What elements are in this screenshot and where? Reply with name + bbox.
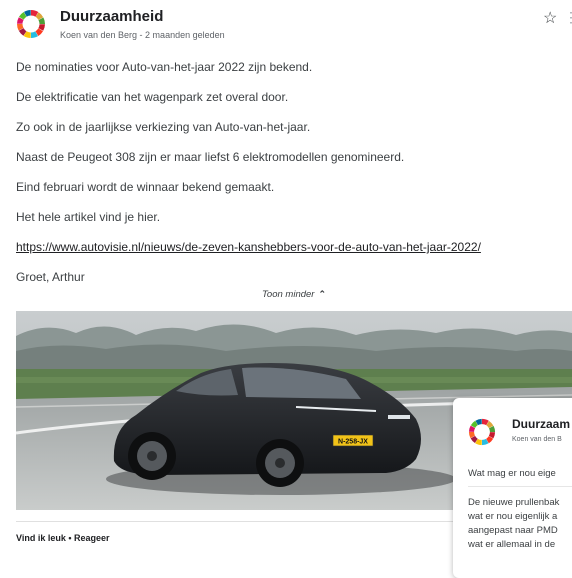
post-paragraph: Eind februari wordt de winnaar bekend ge… bbox=[16, 180, 275, 194]
show-less-button[interactable]: Toon minder ⌃ bbox=[262, 289, 326, 300]
post-meta: Koen van den Berg - 2 maanden geleden bbox=[60, 30, 225, 40]
card-preview: De nieuwe prullenbak wat er nou eigenlij… bbox=[468, 496, 559, 552]
sdg-color-wheel-icon bbox=[17, 9, 45, 38]
card-line: wat er allemaal in de bbox=[468, 539, 556, 550]
post-paragraph: De nominaties voor Auto-van-het-jaar 202… bbox=[16, 60, 313, 74]
post-signature: Groet, Arthur bbox=[16, 270, 85, 284]
card-line: aangepast naar PMD bbox=[468, 525, 558, 536]
card-question: Wat mag er nou eige bbox=[468, 468, 556, 479]
post-paragraph: De elektrificatie van het wagenpark zet … bbox=[16, 90, 289, 104]
sdg-color-wheel-icon bbox=[468, 418, 496, 446]
license-plate: N-258-JX bbox=[338, 439, 368, 446]
more-vert-icon[interactable]: ⋮ bbox=[564, 9, 572, 26]
show-less-label: Toon minder bbox=[262, 289, 315, 300]
post-paragraph: Zo ook in de jaarlijkse verkiezing van A… bbox=[16, 120, 311, 134]
post-body: De nominaties voor Auto-van-het-jaar 202… bbox=[16, 60, 556, 300]
article-link[interactable]: https://www.autovisie.nl/nieuws/de-zeven… bbox=[16, 240, 481, 254]
card-divider bbox=[468, 486, 572, 487]
post-header: Duurzaamheid Koen van den Berg - 2 maand… bbox=[0, 0, 572, 48]
card-title: Duurzaam bbox=[512, 417, 571, 431]
card-meta: Koen van den B bbox=[512, 436, 562, 443]
chevron-up-icon: ⌃ bbox=[318, 289, 327, 299]
post-title[interactable]: Duurzaamheid bbox=[60, 8, 163, 25]
card-line: De nieuwe prullenbak bbox=[468, 497, 560, 508]
card-line: wat er nou eigenlijk a bbox=[468, 511, 558, 522]
post-paragraph: Het hele artikel vind je hier. bbox=[16, 210, 161, 224]
post-paragraph: Naast de Peugeot 308 zijn er maar liefst… bbox=[16, 150, 405, 164]
post-actions[interactable]: Vind ik leuk • Reageer bbox=[16, 533, 110, 543]
next-post-card[interactable]: Duurzaam Koen van den B Wat mag er nou e… bbox=[453, 398, 572, 578]
star-outline-icon[interactable]: ☆ bbox=[543, 8, 557, 28]
